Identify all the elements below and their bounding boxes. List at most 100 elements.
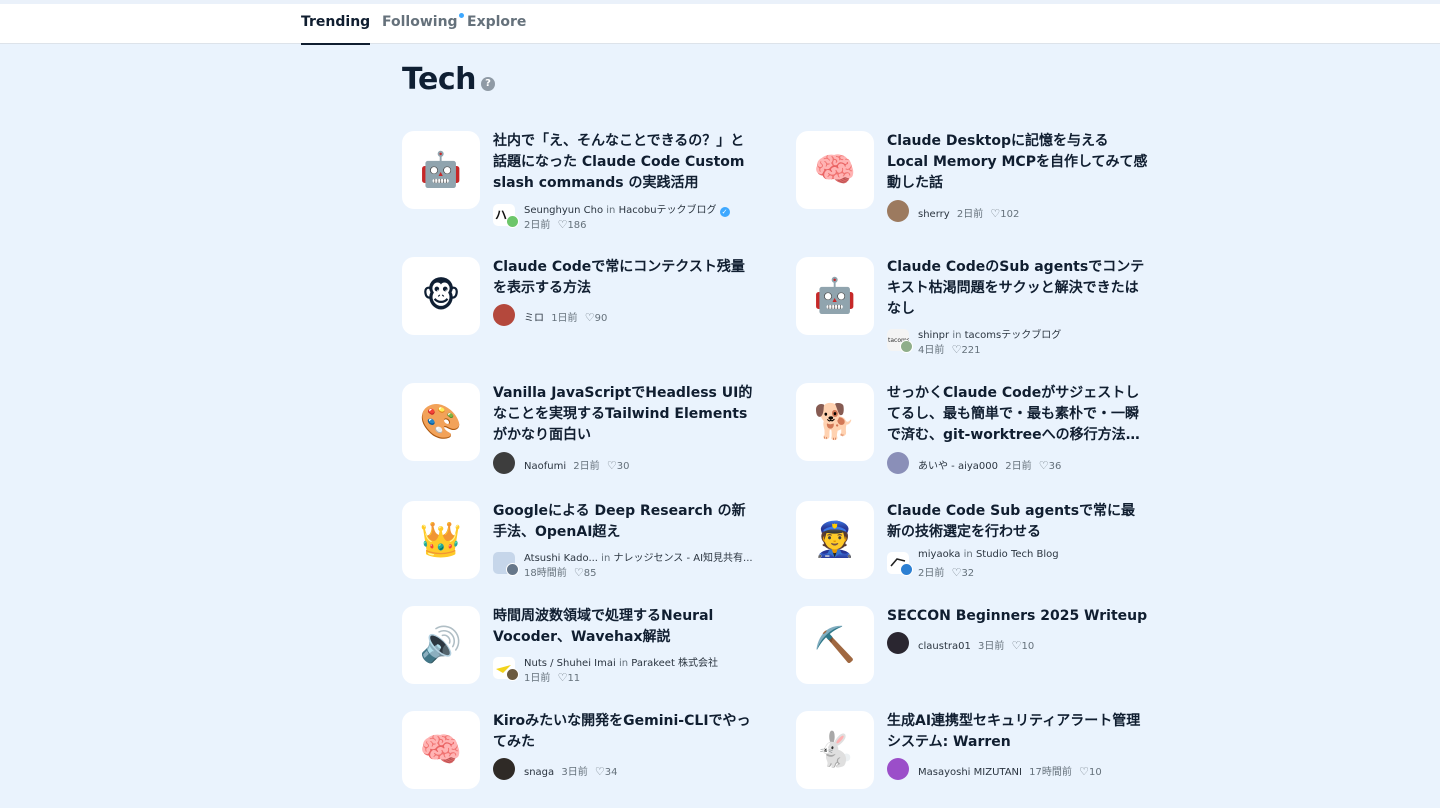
author-avatar[interactable]: [887, 200, 909, 222]
author-name[interactable]: Masayoshi MIZUTANI: [918, 767, 1022, 778]
author-avatar[interactable]: [506, 668, 519, 681]
author-avatar[interactable]: [887, 632, 909, 654]
article-title[interactable]: Claude CodeのSub agentsでコンテキスト枯渇問題をサクッと解決…: [887, 257, 1149, 320]
heart-icon[interactable]: ♡: [595, 765, 605, 778]
author-name[interactable]: Naofumi: [524, 461, 566, 472]
section-title: Tech: [402, 62, 476, 97]
heart-icon[interactable]: ♡: [990, 207, 1000, 220]
article-title[interactable]: 社内で「え、そんなことできるの？」と話題になった Claude Code Cus…: [493, 131, 755, 194]
nav-bar: Trending Following Explore: [0, 4, 1440, 45]
published-time: 18時間前: [524, 568, 567, 579]
article-title[interactable]: Googleによる Deep Research の新手法、OpenAI超え: [493, 501, 755, 543]
author-name[interactable]: あいや - aiya000: [918, 461, 998, 472]
author-avatar[interactable]: [506, 563, 519, 576]
published-time: 2日前: [573, 461, 600, 472]
article-emoji-icon[interactable]: 🔊: [402, 606, 480, 684]
in-label: in: [618, 658, 629, 669]
article-title[interactable]: せっかくClaude Codeがサジェストしてるし、最も簡単で・最も素朴で・一瞬…: [887, 383, 1149, 446]
notification-dot: [458, 13, 464, 18]
author-name[interactable]: sherry: [918, 209, 950, 220]
article-title[interactable]: Claude Desktopに記憶を与えるLocal Memory MCPを自作…: [887, 131, 1149, 194]
author-avatar[interactable]: [493, 452, 515, 474]
publication-name[interactable]: Hacobuテックブログ: [619, 205, 717, 216]
heart-icon[interactable]: ♡: [952, 566, 962, 579]
author-avatar[interactable]: [493, 758, 515, 780]
like-count: 30: [616, 461, 630, 472]
like-count: 34: [604, 767, 618, 778]
publication-name[interactable]: ナレッジセンス - AI知見共有...: [613, 553, 752, 564]
published-time: 4日前: [918, 345, 945, 356]
published-time: 3日前: [561, 767, 588, 778]
heart-icon[interactable]: ♡: [1012, 639, 1022, 652]
like-count: 10: [1088, 767, 1102, 778]
tab-explore[interactable]: Explore: [467, 4, 526, 44]
author-name[interactable]: Nuts / Shuhei Imai: [524, 658, 616, 669]
tab-following-label: Following: [382, 14, 458, 30]
article-emoji-icon[interactable]: 🐵: [402, 257, 480, 335]
like-count: 186: [567, 220, 587, 231]
article-title[interactable]: Claude Codeで常にコンテクスト残量を表示する方法: [493, 257, 755, 299]
article-emoji-icon[interactable]: 👑: [402, 501, 480, 579]
published-time: 2日前: [524, 220, 551, 231]
verified-icon: ✓: [719, 207, 730, 217]
author-avatar[interactable]: [900, 340, 913, 353]
author-avatar[interactable]: [887, 452, 909, 474]
article-emoji-icon[interactable]: 👮: [796, 501, 874, 579]
article-title[interactable]: 時間周波数領域で処理するNeural Vocoder、Wavehax解説: [493, 606, 755, 648]
author-avatar[interactable]: [506, 215, 519, 228]
tab-following[interactable]: Following: [382, 4, 464, 44]
heart-icon[interactable]: ♡: [574, 566, 584, 579]
like-count: 11: [567, 673, 581, 684]
heart-icon[interactable]: ♡: [558, 218, 568, 231]
like-count: 90: [594, 313, 608, 324]
article-emoji-icon[interactable]: ⛏️: [796, 606, 874, 684]
in-label: in: [963, 549, 973, 560]
published-time: 1日前: [551, 313, 578, 324]
in-label: in: [952, 330, 962, 341]
like-count: 32: [961, 568, 975, 579]
article-title[interactable]: Kiroみたいな開発をGemini-CLIでやってみた: [493, 711, 755, 753]
in-label: in: [601, 553, 611, 564]
publication-name[interactable]: Studio Tech Blog: [976, 549, 1059, 560]
heart-icon[interactable]: ♡: [585, 311, 595, 324]
author-name[interactable]: miyaoka: [918, 549, 960, 560]
tab-trending[interactable]: Trending: [301, 4, 371, 45]
article-emoji-icon[interactable]: 🧠: [796, 131, 874, 209]
in-label: in: [606, 205, 616, 216]
question-circle-icon[interactable]: ?: [481, 77, 495, 91]
heart-icon[interactable]: ♡: [1039, 459, 1049, 472]
like-count: 102: [1000, 209, 1020, 220]
published-time: 2日前: [918, 568, 945, 579]
author-name[interactable]: shinpr: [918, 330, 949, 341]
article-title[interactable]: 生成AI連携型セキュリティアラート管理システム: Warren: [887, 711, 1149, 753]
publication-name[interactable]: tacomsテックブログ: [965, 330, 1062, 341]
author-avatar[interactable]: [900, 563, 913, 576]
published-time: 17時間前: [1029, 767, 1072, 778]
article-title[interactable]: Vanilla JavaScriptでHeadless UI的なことを実現するT…: [493, 383, 755, 446]
article-emoji-icon[interactable]: 🤖: [402, 131, 480, 209]
article-emoji-icon[interactable]: 🐇: [796, 711, 874, 789]
heart-icon[interactable]: ♡: [952, 343, 962, 356]
article-title[interactable]: SECCON Beginners 2025 Writeup: [887, 606, 1149, 627]
published-time: 3日前: [978, 641, 1005, 652]
published-time: 2日前: [956, 209, 984, 220]
article-emoji-icon[interactable]: 🧠: [402, 711, 480, 789]
heart-icon[interactable]: ♡: [558, 671, 568, 684]
author-name[interactable]: Seunghyun Cho: [524, 205, 603, 216]
author-name[interactable]: Atsushi Kado...: [524, 553, 598, 564]
author-name[interactable]: claustra01: [918, 641, 971, 652]
article-title[interactable]: Claude Code Sub agentsで常に最新の技術選定を行わせる: [887, 501, 1149, 543]
article-emoji-icon[interactable]: 🎨: [402, 383, 480, 461]
author-avatar[interactable]: [493, 304, 515, 326]
author-name[interactable]: ミロ: [524, 313, 544, 324]
author-name[interactable]: snaga: [524, 767, 554, 778]
heart-icon[interactable]: ♡: [607, 459, 617, 472]
heart-icon[interactable]: ♡: [1079, 765, 1089, 778]
like-count: 36: [1048, 461, 1062, 472]
publication-name[interactable]: Parakeet 株式会社: [631, 658, 718, 669]
like-count: 221: [961, 345, 981, 356]
article-emoji-icon[interactable]: 🐕: [796, 383, 874, 461]
article-emoji-icon[interactable]: 🤖: [796, 257, 874, 335]
author-avatar[interactable]: [887, 758, 909, 780]
tab-trending-label: Trending: [301, 14, 371, 30]
